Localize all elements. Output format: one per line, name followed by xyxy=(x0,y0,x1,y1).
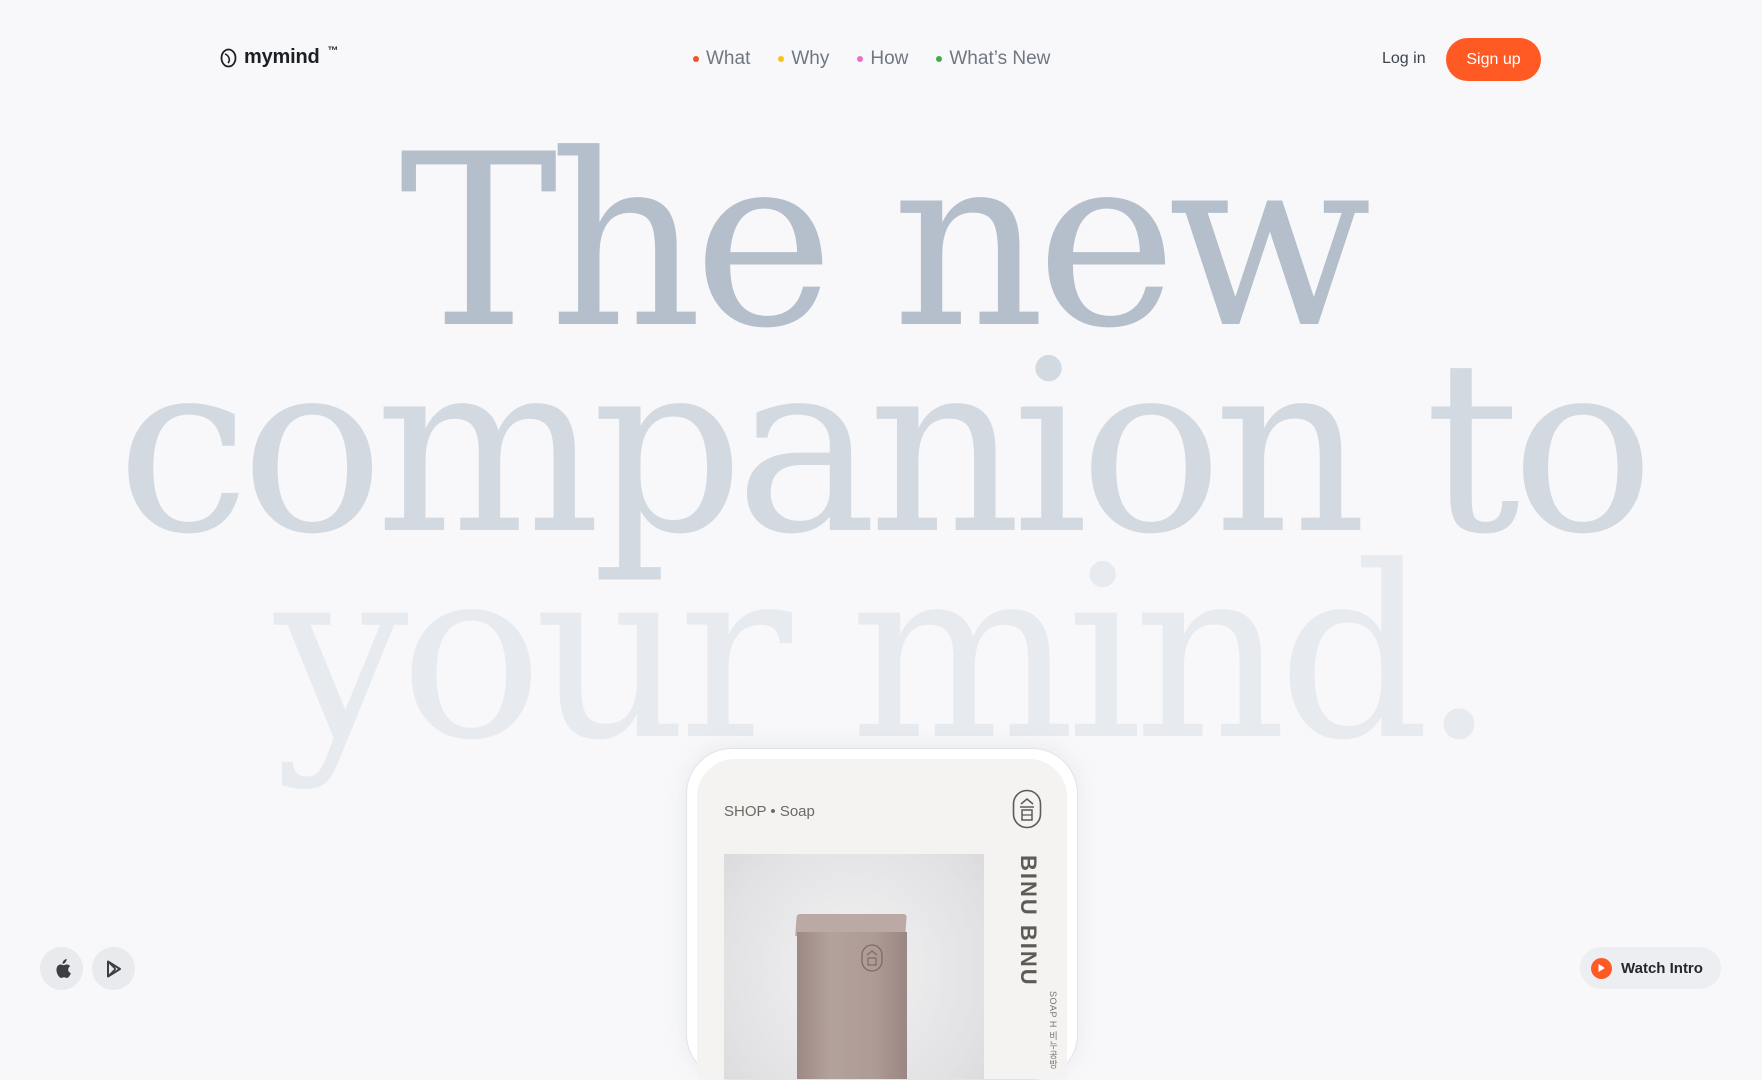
logo[interactable]: mymind ™ xyxy=(220,44,339,69)
login-link[interactable]: Log in xyxy=(1382,50,1426,68)
logo-text: mymind xyxy=(244,46,320,68)
nav-label: What xyxy=(706,48,751,69)
google-play-button[interactable] xyxy=(92,947,135,990)
nav-dot xyxy=(857,56,864,62)
nav-label: What’s New xyxy=(949,48,1051,69)
apple-icon xyxy=(55,958,71,978)
app-store-button[interactable] xyxy=(40,947,83,990)
logo-trademark: ™ xyxy=(327,44,339,57)
nav-item-what[interactable]: What xyxy=(693,48,750,70)
watch-intro-button[interactable]: Watch Intro xyxy=(1580,947,1721,989)
product-category: SHOP • Soap xyxy=(724,803,815,820)
nav-dot xyxy=(778,56,785,62)
signup-button[interactable]: Sign up xyxy=(1446,38,1541,81)
nav-dot xyxy=(693,56,699,62)
soap-body xyxy=(797,932,907,1079)
nav-label: Why xyxy=(791,48,830,69)
phone-mockup: SHOP • Soap BINU BINU SOAP H 비누공방 xyxy=(686,748,1078,1080)
main-nav: What Why How What’s New xyxy=(693,48,1050,70)
hero-headline: The new companion to your mind. xyxy=(0,124,1762,774)
brand-name: BINU BINU xyxy=(1016,855,1041,987)
product-card[interactable]: SHOP • Soap BINU BINU SOAP H 비누공방 xyxy=(697,759,1067,1079)
brand-badge-icon xyxy=(1012,789,1042,829)
mymind-logo-icon xyxy=(220,48,237,67)
watch-intro-label: Watch Intro xyxy=(1621,959,1703,977)
nav-item-why[interactable]: Why xyxy=(778,48,829,70)
nav-dot xyxy=(936,56,943,62)
nav-item-whats-new[interactable]: What’s New xyxy=(936,48,1050,70)
soap-stamp-icon xyxy=(861,944,883,972)
nav-label: How xyxy=(870,48,909,69)
product-image xyxy=(724,854,984,1079)
brand-subtitle: SOAP H 비누공방 xyxy=(1048,991,1058,1069)
google-play-icon xyxy=(106,960,121,977)
nav-item-how[interactable]: How xyxy=(857,48,908,70)
play-icon xyxy=(1591,957,1612,979)
